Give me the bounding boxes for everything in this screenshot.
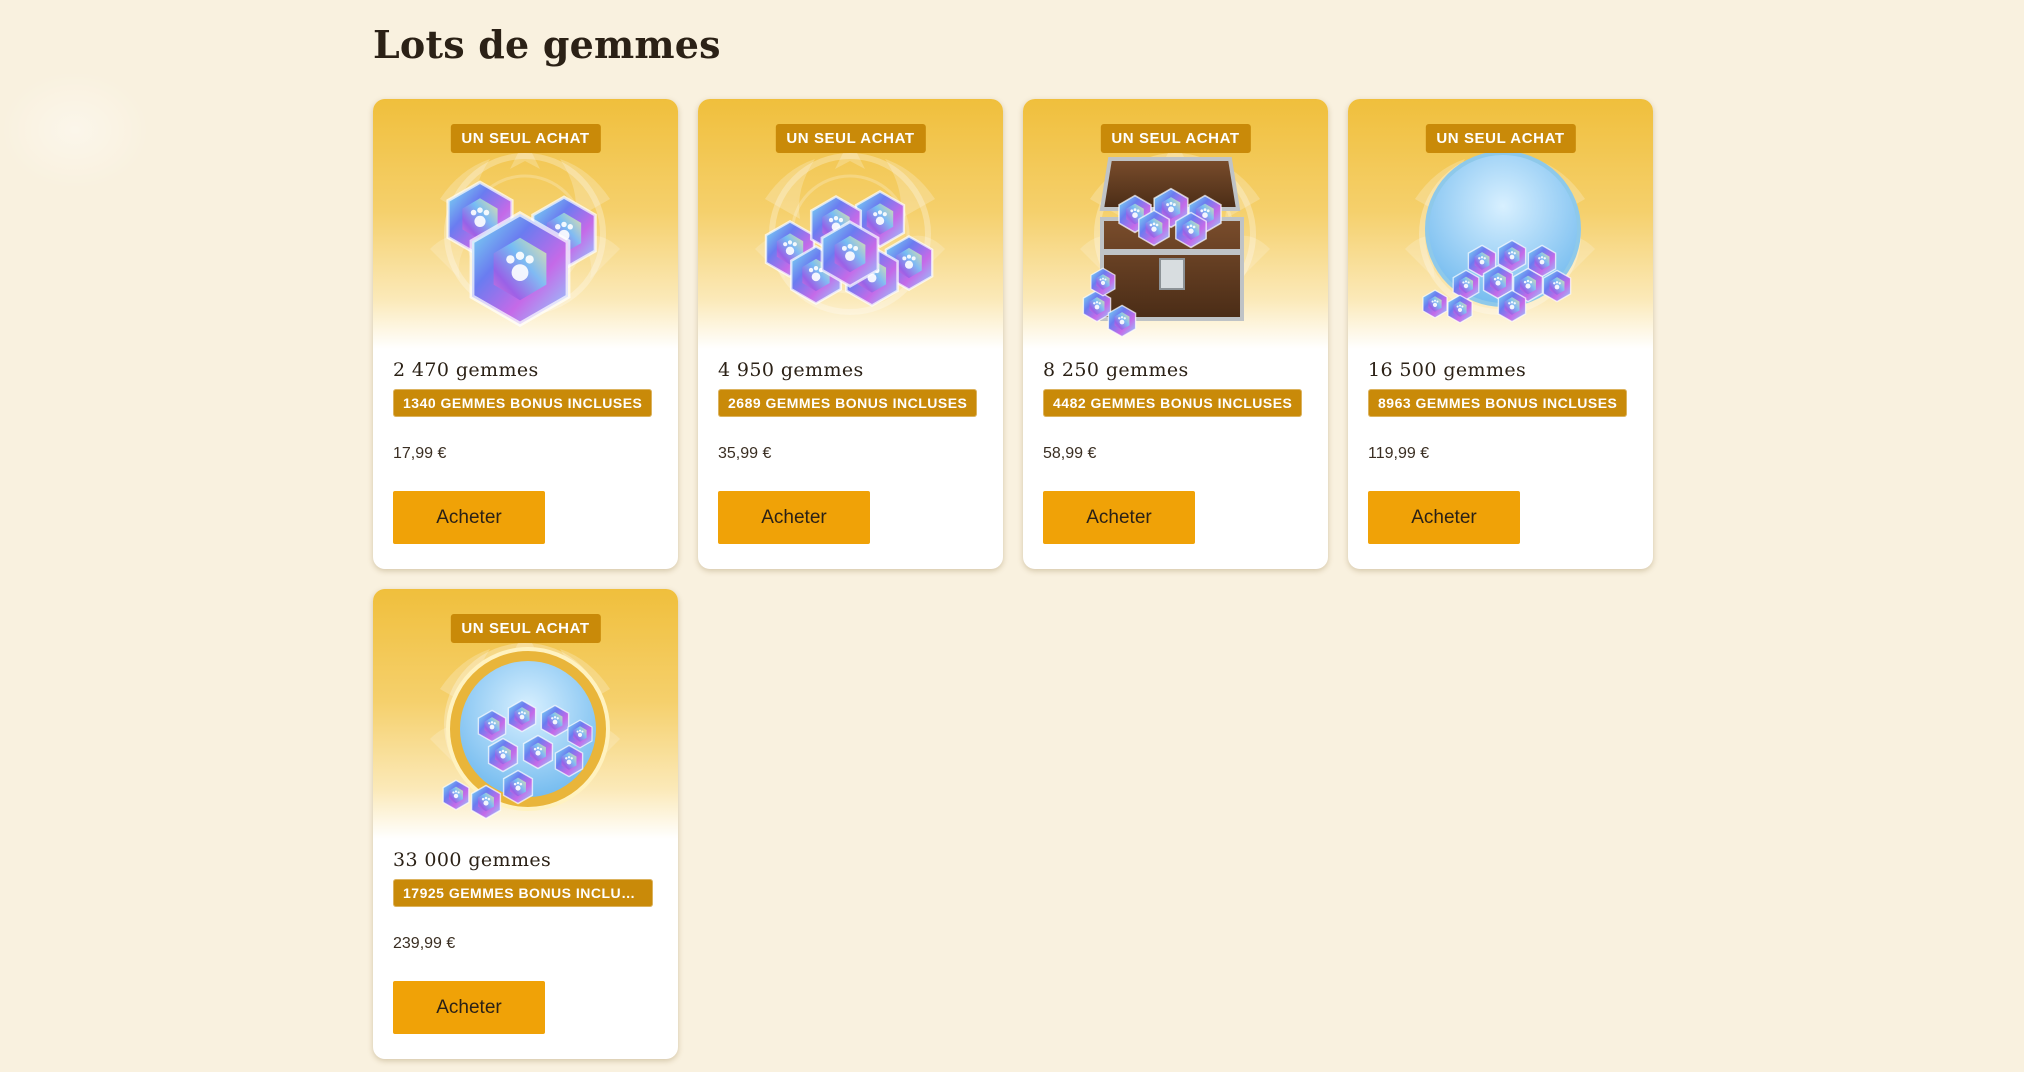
gem-count: 8 250 gemmes bbox=[1043, 359, 1189, 381]
bundle-card: UN SEUL ACHAT 2 470 gemmes 1340 GEMMES B… bbox=[373, 99, 678, 569]
one-time-badge: UN SEUL ACHAT bbox=[775, 124, 926, 153]
price: 239,99 € bbox=[393, 935, 456, 952]
buy-button[interactable]: Acheter bbox=[718, 491, 870, 544]
gem-count: 16 500 gemmes bbox=[1368, 359, 1527, 381]
bonus-badge: 4482 GEMMES BONUS INCLUSES bbox=[1043, 389, 1303, 417]
bonus-badge: 8963 GEMMES BONUS INCLUSES bbox=[1368, 389, 1628, 417]
bundle-card: UN SEUL ACHAT 16 500 gemmes 8963 GEMMES … bbox=[1348, 99, 1653, 569]
gem-count: 4 950 gemmes bbox=[718, 359, 864, 381]
treasure-chest-icon bbox=[1082, 157, 1244, 338]
background-watermark bbox=[0, 70, 150, 190]
price: 17,99 € bbox=[393, 445, 447, 462]
gem-bubble-icon bbox=[1422, 151, 1581, 324]
buy-button[interactable]: Acheter bbox=[393, 491, 545, 544]
buy-button[interactable]: Acheter bbox=[1043, 491, 1195, 544]
bundle-card: UN SEUL ACHAT 33 000 gemmes 17925 GEMMES… bbox=[373, 589, 678, 1059]
gem-count: 2 470 gemmes bbox=[393, 359, 539, 381]
one-time-badge: UN SEUL ACHAT bbox=[1425, 124, 1576, 153]
bonus-badge: 17925 GEMMES BONUS INCLUSES bbox=[393, 879, 653, 907]
one-time-badge: UN SEUL ACHAT bbox=[450, 124, 601, 153]
gold-ring-gem-icon bbox=[442, 647, 610, 820]
price: 35,99 € bbox=[718, 445, 772, 462]
bonus-badge: 1340 GEMMES BONUS INCLUSES bbox=[393, 389, 653, 417]
buy-button[interactable]: Acheter bbox=[1368, 491, 1520, 544]
buy-button[interactable]: Acheter bbox=[393, 981, 545, 1034]
gem-count: 33 000 gemmes bbox=[393, 849, 552, 871]
bundle-card: UN SEUL ACHAT 4 950 gemmes 2689 GEMMES B… bbox=[698, 99, 1003, 569]
price: 119,99 € bbox=[1368, 445, 1430, 462]
gem-pile-icon bbox=[764, 190, 934, 307]
bundle-grid: UN SEUL ACHAT 2 470 gemmes 1340 GEMMES B… bbox=[373, 99, 1653, 1059]
price: 58,99 € bbox=[1043, 445, 1097, 462]
one-time-badge: UN SEUL ACHAT bbox=[450, 614, 601, 643]
bonus-badge: 2689 GEMMES BONUS INCLUSES bbox=[718, 389, 978, 417]
one-time-badge: UN SEUL ACHAT bbox=[1100, 124, 1251, 153]
bundle-card: UN SEUL ACHAT 8 250 gemmes 4482 GEMMES B… bbox=[1023, 99, 1328, 569]
gem-cluster-icon bbox=[446, 180, 597, 339]
page-title: Lots de gemmes bbox=[373, 22, 721, 67]
